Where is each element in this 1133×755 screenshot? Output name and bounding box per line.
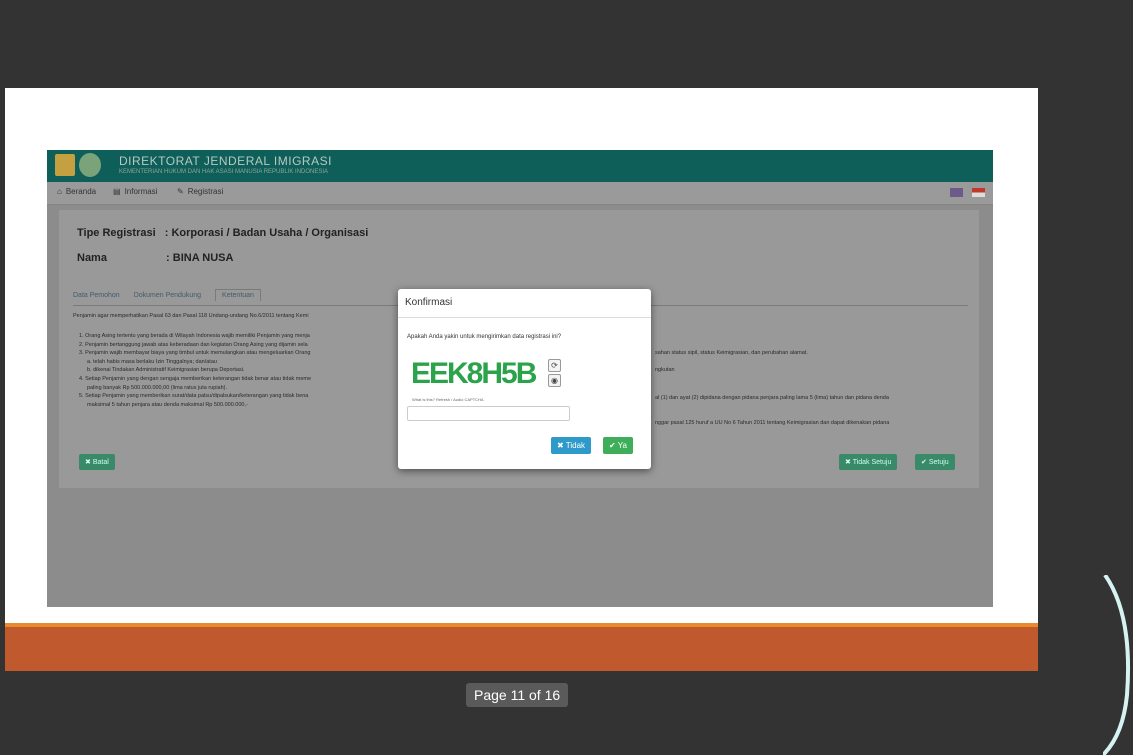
terms-right-fragment: sahan status sipil, status Keimigrasian,…	[655, 350, 808, 356]
book-icon: ▤	[113, 187, 121, 196]
immigration-logo	[79, 153, 101, 177]
terms-list: 1. Orang Asing tertentu yang berada di W…	[79, 332, 311, 409]
app-screenshot: DIREKTORAT JENDERAL IMIGRASI KEMENTERIAN…	[47, 150, 993, 607]
indonesia-flag-icon[interactable]	[972, 188, 985, 197]
terms-item: maksimal 5 tahun penjara atau denda maks…	[87, 401, 248, 408]
uk-flag-icon[interactable]	[950, 188, 963, 197]
tab-data-pemohon[interactable]: Data Pemohon	[73, 292, 120, 301]
audio-icon[interactable]: ◉	[548, 374, 561, 387]
captcha-text: EEK8H5B	[411, 357, 537, 390]
nav-item-beranda[interactable]: ⌂ Beranda	[57, 187, 96, 196]
close-icon: ✖	[845, 459, 853, 466]
captcha-input[interactable]	[407, 406, 570, 421]
close-icon: ✖	[85, 459, 93, 466]
no-button-label: Tidak	[565, 441, 586, 450]
app-header: DIREKTORAT JENDERAL IMIGRASI KEMENTERIAN…	[47, 150, 993, 182]
tab-bar: Data Pemohon Dokumen Pendukung Ketentuan	[73, 289, 261, 301]
nav-label: Beranda	[65, 187, 97, 196]
yes-button[interactable]: ✔ Ya	[603, 437, 633, 454]
terms-item: 4. Setiap Penjamin yang dengan sengaja m…	[79, 375, 312, 382]
disagree-button-label: Tidak Setuju	[852, 459, 892, 466]
nav-item-informasi[interactable]: ▤ Informasi	[113, 187, 157, 196]
nav-label: Registrasi	[187, 187, 224, 196]
no-button[interactable]: ✖ Tidak	[551, 437, 592, 454]
close-icon: ✖	[557, 441, 566, 450]
yes-button-label: Ya	[617, 441, 627, 450]
tab-dokumen-pendukung[interactable]: Dokumen Pendukung	[134, 292, 201, 301]
terms-intro: Penjamin agar memperhatikan Pasal 63 dan…	[73, 313, 309, 319]
captcha-note: What is this? Refresh / Audio CAPTCHA	[412, 397, 484, 402]
terms-item: paling banyak Rp 500.000.000,00 (lima ra…	[87, 384, 228, 391]
home-icon: ⌂	[57, 187, 62, 196]
terms-right-fragment: ngkutan	[655, 367, 675, 373]
app-title: DIREKTORAT JENDERAL IMIGRASI	[119, 154, 332, 168]
registration-type-line: Tipe Registrasi : Korporasi / Badan Usah…	[77, 227, 368, 239]
slide-footer-band	[5, 623, 1038, 671]
back-button-label: Batal	[92, 459, 109, 466]
modal-divider	[398, 317, 651, 318]
registration-name-value: : BINA NUSA	[166, 252, 234, 264]
terms-item: a. telah habis masa berlaku Izin Tinggal…	[87, 358, 217, 365]
terms-right-fragment: nggar pasal 125 huruf a UU No 6 Tahun 20…	[655, 420, 890, 426]
terms-item: 1. Orang Asing tertentu yang berada di W…	[79, 333, 310, 339]
disagree-button[interactable]: ✖ Tidak Setuju	[839, 454, 898, 470]
terms-item: 2. Penjamin bertanggung jawab atas keber…	[79, 341, 308, 348]
registration-type-value: : Korporasi / Badan Usaha / Organisasi	[164, 227, 369, 239]
app-subtitle: KEMENTERIAN HUKUM DAN HAK ASASI MANUSIA …	[119, 169, 329, 175]
terms-item: b. dikenai Tindakan Administratif Keimig…	[87, 367, 245, 374]
presentation-slide: DIREKTORAT JENDERAL IMIGRASI KEMENTERIAN…	[5, 88, 1038, 671]
nav-label: Informasi	[124, 187, 158, 196]
registration-name-label: Nama	[77, 252, 107, 264]
decorative-curve	[1103, 575, 1131, 755]
captcha-image: EEK8H5B	[407, 357, 542, 390]
check-icon: ✔	[609, 441, 618, 450]
tab-ketentuan[interactable]: Ketentuan	[215, 289, 261, 301]
ministry-logo	[55, 154, 75, 176]
modal-question: Apakah Anda yakin untuk mengirimkan data…	[407, 334, 562, 340]
nav-item-registrasi[interactable]: ✎ Registrasi	[177, 187, 223, 196]
registration-name-line: Nama : BINA NUSA	[77, 252, 233, 264]
agree-button[interactable]: ✔ Setuju	[915, 454, 955, 470]
registration-type-label: Tipe Registrasi	[77, 227, 156, 239]
pencil-icon: ✎	[177, 187, 184, 196]
refresh-icon[interactable]: ⟳	[548, 359, 561, 372]
confirmation-modal: Konfirmasi Apakah Anda yakin untuk mengi…	[398, 289, 651, 469]
terms-right-fragment: al (1) dan ayat (2) dipidana dengan pida…	[655, 395, 889, 401]
check-icon: ✔	[921, 459, 929, 466]
navbar: ⌂ Beranda ▤ Informasi ✎ Registrasi	[47, 182, 993, 205]
modal-title: Konfirmasi	[405, 297, 453, 308]
terms-item: 5. Setiap Penjamin yang memberikan surat…	[79, 393, 309, 400]
back-button[interactable]: ✖ Batal	[79, 454, 115, 470]
page-indicator[interactable]: Page 11 of 16	[466, 683, 569, 707]
terms-item: 3. Penjamin wajib membayar biaya yang ti…	[79, 350, 311, 357]
agree-button-label: Setuju	[928, 459, 949, 466]
